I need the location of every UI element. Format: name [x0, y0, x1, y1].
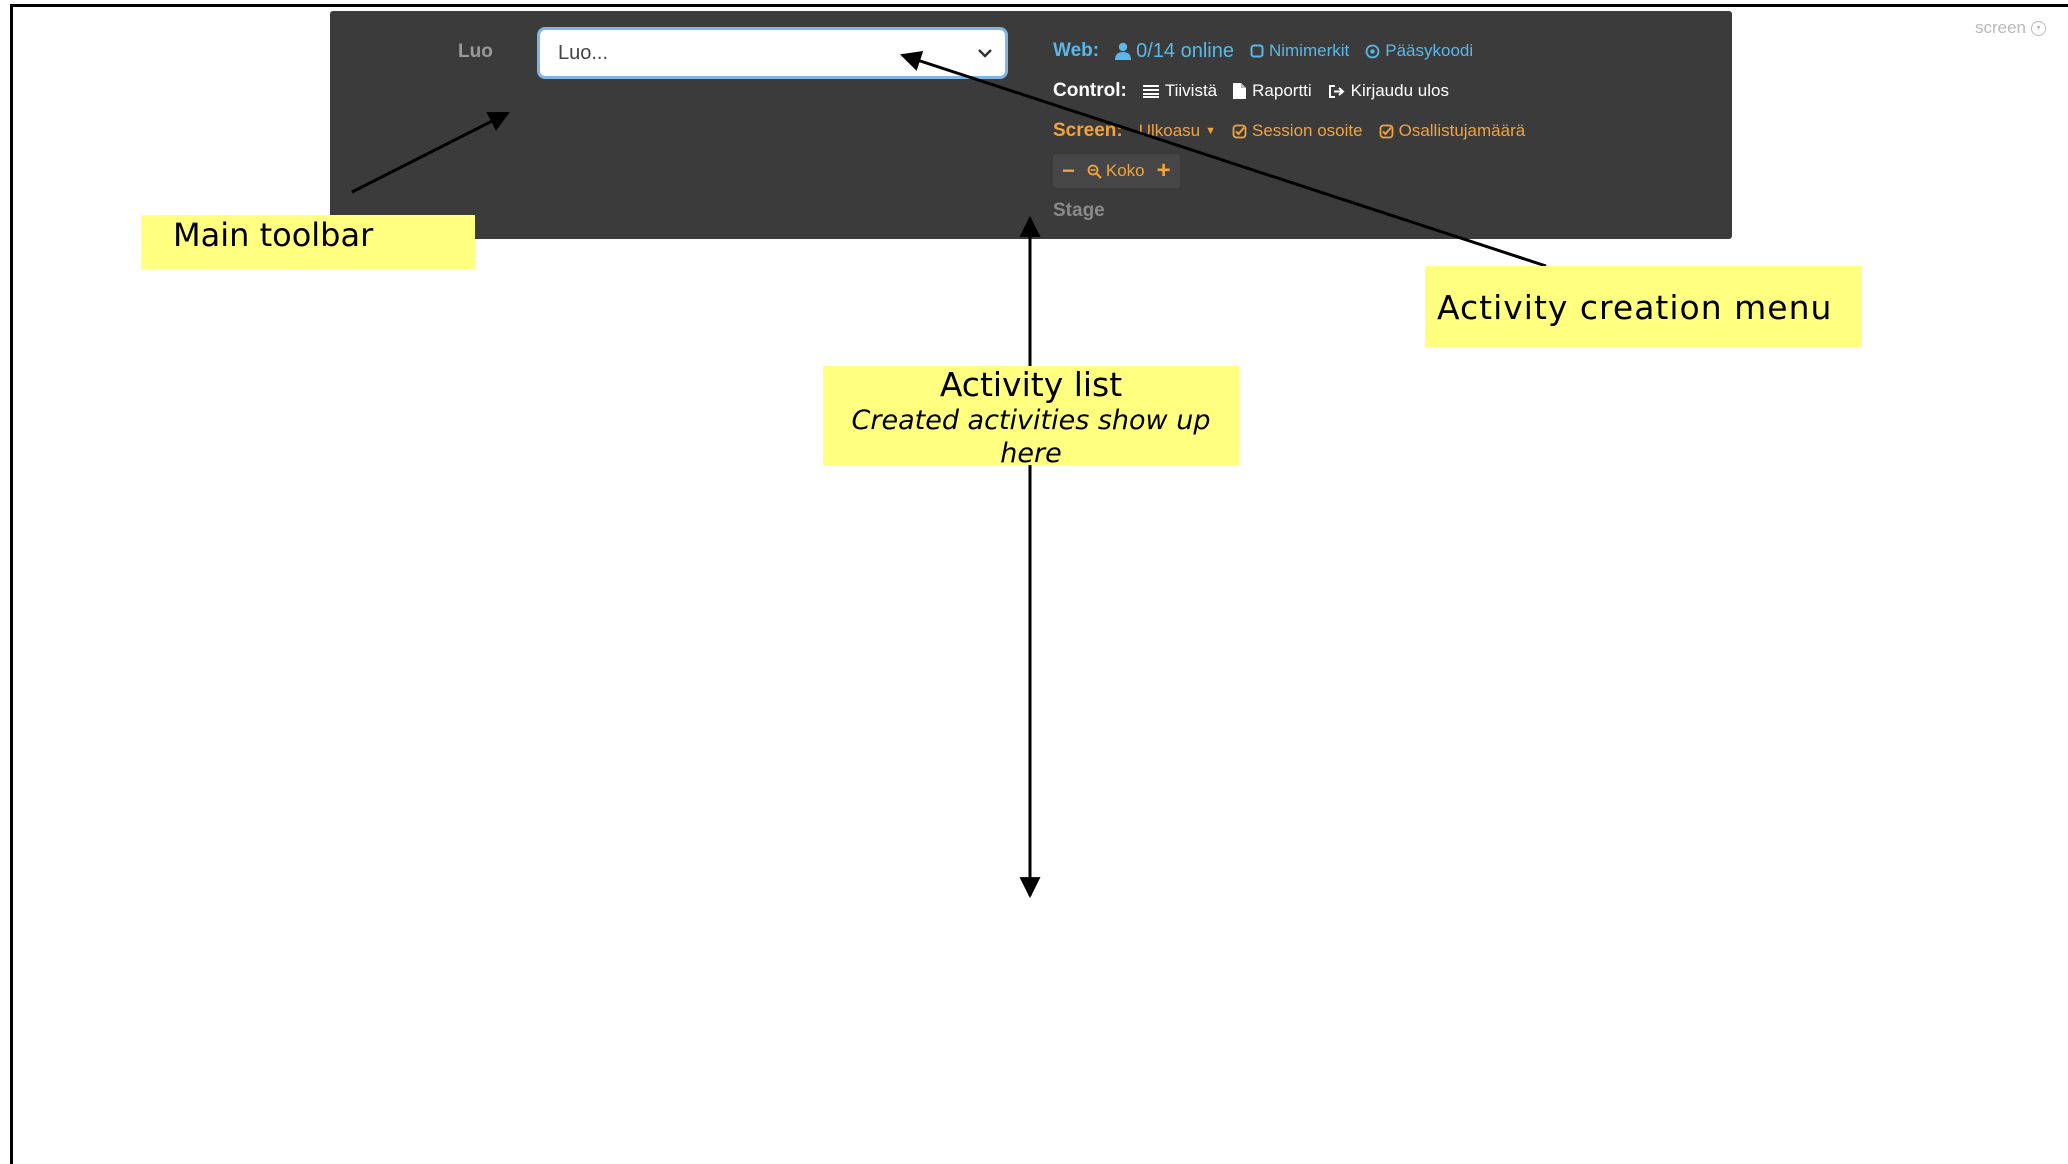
annotation-arrows	[351, 50, 1547, 899]
main-toolbar-arrow	[351, 111, 510, 194]
activity-creation-annotation: Activity creation menu	[1425, 266, 1862, 347]
main-toolbar-annotation-text: Main toolbar	[173, 216, 374, 254]
activity-list-annotation-subtitle: Created activities show up here	[851, 405, 1211, 469]
main-toolbar-annotation: Main toolbar	[141, 215, 475, 269]
activity-list-annotation: Activity list Created activities show up…	[823, 365, 1239, 469]
creation-menu-arrow	[900, 50, 1547, 268]
activity-creation-annotation-text: Activity creation menu	[1437, 288, 1833, 327]
activity-list-annotation-title: Activity list	[939, 365, 1123, 404]
